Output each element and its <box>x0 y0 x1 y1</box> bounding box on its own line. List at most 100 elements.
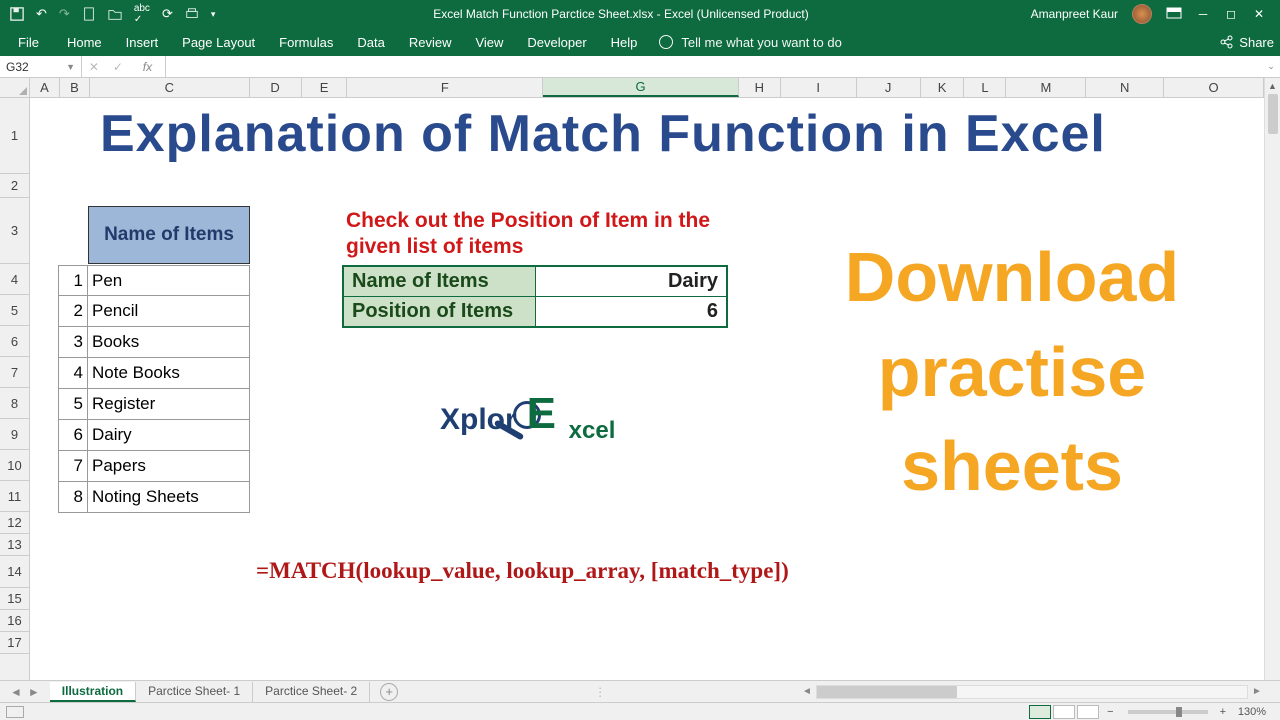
col-header-K[interactable]: K <box>921 78 965 97</box>
col-header-A[interactable]: A <box>30 78 60 97</box>
item-number[interactable]: 8 <box>58 482 88 513</box>
scroll-up-icon[interactable]: ▲ <box>1265 78 1280 94</box>
redo-icon[interactable]: ↷ <box>59 6 70 22</box>
item-value[interactable]: Dairy <box>88 420 250 451</box>
item-value[interactable]: Register <box>88 389 250 420</box>
scroll-right-icon[interactable]: ► <box>1250 686 1264 697</box>
file-tab[interactable]: File <box>6 31 51 54</box>
cancel-icon[interactable]: ✕ <box>89 60 99 74</box>
user-name[interactable]: Amanpreet Kaur <box>1031 7 1118 21</box>
sheet-nav[interactable]: ◄► <box>0 685 50 699</box>
row-header-7[interactable]: 7 <box>0 357 29 388</box>
item-number[interactable]: 4 <box>58 358 88 389</box>
ribbon-tab-home[interactable]: Home <box>55 31 114 54</box>
item-value[interactable]: Books <box>88 327 250 358</box>
row-header-4[interactable]: 4 <box>0 264 29 295</box>
macro-record-icon[interactable] <box>6 706 24 718</box>
row-header-11[interactable]: 11 <box>0 481 29 512</box>
select-all-button[interactable] <box>0 78 30 98</box>
refresh-icon[interactable]: ⟳ <box>162 6 173 22</box>
ribbon-tab-insert[interactable]: Insert <box>114 31 171 54</box>
lookup-pos-value[interactable]: 6 <box>535 297 727 328</box>
open-folder-icon[interactable] <box>108 7 122 21</box>
col-header-D[interactable]: D <box>250 78 302 97</box>
col-header-B[interactable]: B <box>60 78 90 97</box>
col-header-H[interactable]: H <box>739 78 781 97</box>
page-break-view-button[interactable] <box>1077 705 1099 719</box>
expand-formula-bar-icon[interactable]: ⌄ <box>1262 56 1280 77</box>
horizontal-scrollbar[interactable]: ◄ ► <box>800 685 1280 699</box>
close-button[interactable]: ✕ <box>1252 7 1266 21</box>
row-header-17[interactable]: 17 <box>0 632 29 654</box>
row-header-1[interactable]: 1 <box>0 98 29 174</box>
col-header-I[interactable]: I <box>781 78 857 97</box>
fx-icon[interactable]: fx <box>137 60 158 74</box>
item-value[interactable]: Noting Sheets <box>88 482 250 513</box>
tell-me[interactable]: Tell me what you want to do <box>659 35 841 50</box>
ribbon-tab-formulas[interactable]: Formulas <box>267 31 345 54</box>
item-value[interactable]: Note Books <box>88 358 250 389</box>
col-header-J[interactable]: J <box>857 78 921 97</box>
scroll-thumb[interactable] <box>1268 94 1278 134</box>
minimize-button[interactable]: ─ <box>1196 7 1210 21</box>
share-button[interactable]: Share <box>1219 35 1274 50</box>
page-layout-view-button[interactable] <box>1053 705 1075 719</box>
col-header-O[interactable]: O <box>1164 78 1264 97</box>
row-header-9[interactable]: 9 <box>0 419 29 450</box>
row-header-16[interactable]: 16 <box>0 610 29 632</box>
sheet-tab-illustration[interactable]: Illustration <box>50 682 136 702</box>
undo-icon[interactable]: ↶ <box>36 6 47 22</box>
save-icon[interactable] <box>10 7 24 21</box>
row-header-12[interactable]: 12 <box>0 512 29 534</box>
enter-icon[interactable]: ✓ <box>113 60 123 74</box>
col-header-L[interactable]: L <box>964 78 1006 97</box>
tab-splitter[interactable]: ⋮ <box>594 685 610 699</box>
row-header-3[interactable]: 3 <box>0 198 29 264</box>
col-header-N[interactable]: N <box>1086 78 1164 97</box>
ribbon-tab-page-layout[interactable]: Page Layout <box>170 31 267 54</box>
ribbon-tab-developer[interactable]: Developer <box>515 31 598 54</box>
ribbon-tab-view[interactable]: View <box>463 31 515 54</box>
row-header-6[interactable]: 6 <box>0 326 29 357</box>
sheet-tab-parctice-sheet-1[interactable]: Parctice Sheet- 1 <box>136 682 253 702</box>
row-header-10[interactable]: 10 <box>0 450 29 481</box>
row-header-5[interactable]: 5 <box>0 295 29 326</box>
item-number[interactable]: 1 <box>58 265 88 296</box>
vertical-scrollbar[interactable]: ▲ ▼ <box>1264 78 1280 700</box>
maximize-button[interactable]: ◻ <box>1224 7 1238 21</box>
col-header-F[interactable]: F <box>347 78 543 97</box>
zoom-slider[interactable] <box>1128 710 1208 714</box>
col-header-E[interactable]: E <box>302 78 348 97</box>
ribbon-tab-review[interactable]: Review <box>397 31 464 54</box>
hscroll-thumb[interactable] <box>817 686 957 698</box>
spellcheck-icon[interactable]: abc✓ <box>134 3 150 25</box>
col-header-M[interactable]: M <box>1006 78 1086 97</box>
zoom-in-button[interactable]: + <box>1216 706 1230 718</box>
item-value[interactable]: Papers <box>88 451 250 482</box>
row-header-8[interactable]: 8 <box>0 388 29 419</box>
cells-area[interactable]: Explanation of Match Function in Excel N… <box>30 98 1280 700</box>
ribbon-tab-data[interactable]: Data <box>345 31 396 54</box>
zoom-value[interactable]: 130% <box>1232 706 1272 718</box>
normal-view-button[interactable] <box>1029 705 1051 719</box>
row-header-2[interactable]: 2 <box>0 174 29 198</box>
row-header-14[interactable]: 14 <box>0 556 29 588</box>
item-value[interactable]: Pen <box>88 265 250 296</box>
name-box-dropdown-icon[interactable]: ▼ <box>66 62 75 72</box>
new-file-icon[interactable] <box>82 7 96 21</box>
item-number[interactable]: 5 <box>58 389 88 420</box>
scroll-left-icon[interactable]: ◄ <box>800 686 814 697</box>
zoom-out-button[interactable]: − <box>1101 706 1119 718</box>
item-number[interactable]: 2 <box>58 296 88 327</box>
col-header-C[interactable]: C <box>90 78 250 97</box>
item-value[interactable]: Pencil <box>88 296 250 327</box>
col-header-G[interactable]: G <box>543 78 739 97</box>
formula-input[interactable] <box>166 56 1262 77</box>
row-header-13[interactable]: 13 <box>0 534 29 556</box>
row-header-15[interactable]: 15 <box>0 588 29 610</box>
ribbon-display-icon[interactable] <box>1166 7 1182 21</box>
print-icon[interactable] <box>185 7 199 21</box>
lookup-name-value[interactable]: Dairy <box>535 266 727 297</box>
item-number[interactable]: 3 <box>58 327 88 358</box>
add-sheet-button[interactable]: + <box>380 683 398 701</box>
